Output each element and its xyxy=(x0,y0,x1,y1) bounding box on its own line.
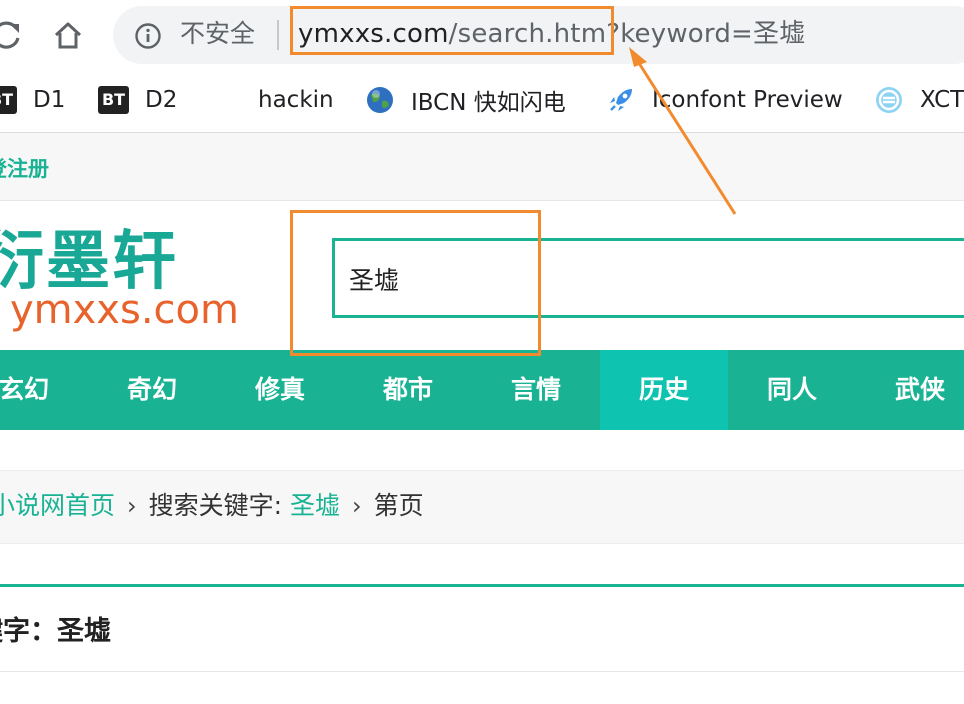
site-topbar: 登注册 xyxy=(0,133,964,201)
bookmark-hackin[interactable]: hackin xyxy=(258,82,334,118)
bookmark-iconfont[interactable]: Iconfont Preview xyxy=(606,82,843,118)
bookmark-label: XCT xyxy=(920,87,964,113)
nav-item-tongren[interactable]: 同人 xyxy=(728,350,856,430)
bookmark-label: D2 xyxy=(145,87,178,113)
bookmark-label: D1 xyxy=(33,87,66,113)
bt-icon: BT xyxy=(98,86,129,114)
login-register-link[interactable]: 登注册 xyxy=(0,153,49,183)
nav-item-qihuan[interactable]: 奇幻 xyxy=(88,350,216,430)
chevron-right-icon: › xyxy=(127,492,137,520)
bookmark-label: hackin xyxy=(258,87,334,113)
breadcrumb-label: 搜索关键字: xyxy=(148,491,283,520)
chevron-right-icon: › xyxy=(352,492,362,520)
breadcrumb: 小说网首页 › 搜索关键字: 圣墟 › 第页 xyxy=(0,470,964,544)
nav-item-yanqing[interactable]: 言情 xyxy=(472,350,600,430)
bookmark-label: Iconfont Preview xyxy=(652,87,843,113)
home-icon[interactable] xyxy=(52,20,84,52)
category-nav: 玄幻 奇幻 修真 都市 言情 历史 同人 武侠 xyxy=(0,350,964,430)
nav-item-dushi[interactable]: 都市 xyxy=(344,350,472,430)
nav-item-xiuzhen[interactable]: 修真 xyxy=(216,350,344,430)
search-result-header: 键字：圣墟 xyxy=(0,584,964,672)
nav-item-xuanhuan[interactable]: 玄幻 xyxy=(0,350,88,430)
bt-icon: BT xyxy=(0,86,17,114)
info-icon[interactable] xyxy=(134,22,162,50)
breadcrumb-home-link[interactable]: 小说网首页 xyxy=(0,491,115,520)
nav-item-wuxia[interactable]: 武侠 xyxy=(856,350,964,430)
globe-icon xyxy=(367,87,393,113)
breadcrumb-keyword-link[interactable]: 圣墟 xyxy=(290,491,340,520)
bookmark-xct[interactable]: XCT xyxy=(874,82,964,118)
annotation-url-highlight xyxy=(290,6,614,55)
rocket-icon xyxy=(610,89,632,111)
address-divider xyxy=(277,20,279,50)
site-logo[interactable]: 衍墨轩 ymxxs.com xyxy=(0,224,240,340)
breadcrumb-page: 第页 xyxy=(373,491,424,520)
search-result-title: 键字：圣墟 xyxy=(0,616,111,647)
reload-icon[interactable] xyxy=(0,18,24,52)
web-icon xyxy=(876,87,902,113)
nav-item-lishi[interactable]: 历史 xyxy=(600,350,728,430)
bookmark-d2[interactable]: BT D2 xyxy=(98,82,177,118)
logo-en-text: ymxxs.com xyxy=(10,287,239,333)
bookmark-label: IBCN 快如闪电 xyxy=(411,90,566,116)
bookmark-d1[interactable]: BT D1 xyxy=(0,82,65,118)
annotation-search-highlight xyxy=(290,210,541,356)
breadcrumb-row: 小说网首页 › 搜索关键字: 圣墟 › 第页 xyxy=(0,489,424,523)
security-label[interactable]: 不安全 xyxy=(180,16,255,52)
bookmark-ibcn[interactable]: IBCN 快如闪电 xyxy=(365,82,566,118)
bookmarks-bar: BT D1 BT D2 hackin IBCN 快如闪电 Iconfont Pr… xyxy=(0,70,964,133)
